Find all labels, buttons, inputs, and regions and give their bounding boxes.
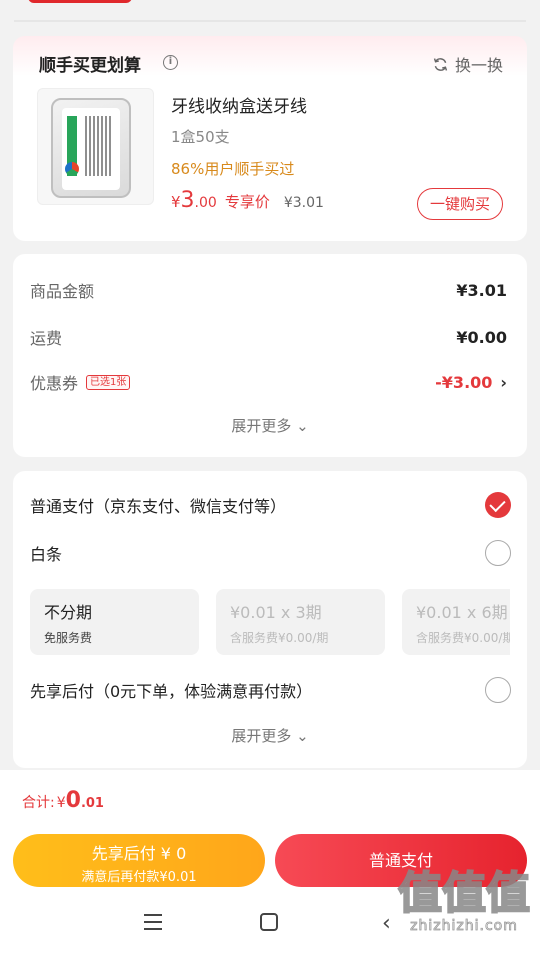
refresh-icon [433,57,448,71]
floss-box-illustration [51,98,131,198]
one-click-buy-button[interactable]: 一键购买 [417,188,503,220]
chevron-down-icon: ⌄ [296,417,309,435]
plan-title: ¥0.01 x 6期 [416,603,508,622]
upsell-card: 顺手买更划算 i 换一换 牙线收纳盒送牙线 1盒50支 86%用户顺手买过 ¥ … [13,36,527,241]
price-dec: .00 [194,195,217,211]
plan-no-installment[interactable]: 不分期 免服务费 [30,589,199,655]
total-amount: 合计: ¥ 0 .01 [22,788,104,813]
top-banner-fragment [28,0,132,3]
swap-button[interactable]: 换一换 [432,52,503,76]
plan-title: 不分期 [44,603,93,622]
summary-value: ¥3.01 [456,280,507,300]
plan-sub: 含服务费¥0.00/期 [230,631,329,645]
total-label: 合计: [22,795,55,811]
expand-more-button[interactable]: 展开更多 ⌄ [13,415,527,436]
radio-unchecked-icon[interactable] [485,677,511,703]
summary-label: 商品金额 [30,282,95,301]
top-edge [0,0,540,30]
plan-sub: 含服务费¥0.00/期 [416,631,510,645]
payment-option-label: 普通支付（京东支付、微信支付等） [30,497,287,516]
swap-label: 换一换 [454,56,503,75]
coupon-badge: 已选1张 [86,374,131,390]
radio-unchecked-icon[interactable] [485,540,511,566]
price-tag: 专享价 [224,193,270,211]
summary-row-shipping: 运费 ¥0.00 [30,325,507,349]
plan-title: ¥0.01 x 3期 [230,603,322,622]
order-summary-card: 商品金额 ¥3.01 运费 ¥0.00 优惠券 已选1张 -¥3.00 › 展开… [13,254,527,457]
plan-3-period[interactable]: ¥0.01 x 3期 含服务费¥0.00/期 [216,589,385,655]
summary-value: ¥0.00 [456,327,507,347]
payment-method-card: 普通支付（京东支付、微信支付等） 白条 不分期 免服务费 ¥0.01 x 3期 … [13,471,527,768]
product-price: ¥ 3 .00 专享价 ¥3.01 [171,188,324,213]
chevron-right-icon: › [500,372,507,392]
price-currency: ¥ [171,193,181,211]
payment-option-baitiao[interactable]: 白条 [30,538,511,568]
recent-apps-icon[interactable] [144,914,162,932]
info-icon[interactable]: i [163,55,178,70]
back-icon[interactable]: ‹ [382,911,391,936]
home-icon[interactable] [260,913,278,931]
payment-option-pay-later[interactable]: 先享后付（0元下单，体验满意再付款） [30,675,511,705]
total-int: 0 [65,788,81,813]
pay-later-line1: 先享后付 ¥ 0 [91,844,187,863]
product-spec: 1盒50支 [171,128,230,146]
product-bought-stat: 86%用户顺手买过 [171,160,295,178]
total-dec: .01 [80,796,104,811]
pay-later-line2: 满意后再付款¥0.01 [81,870,197,885]
chevron-down-icon: ⌄ [296,727,309,745]
expand-more-label: 展开更多 [231,417,292,435]
upsell-title: 顺手买更划算 [39,56,141,76]
original-price: ¥3.01 [283,195,324,211]
price-int: 3 [180,188,195,213]
product-name[interactable]: 牙线收纳盒送牙线 [171,92,307,117]
expand-more-button[interactable]: 展开更多 ⌄ [13,725,527,746]
installment-plans: 不分期 免服务费 ¥0.01 x 3期 含服务费¥0.00/期 ¥0.01 x … [30,589,510,655]
plan-sub: 免服务费 [44,631,93,645]
total-currency: ¥ [56,795,66,811]
radio-checked-icon[interactable] [485,492,511,518]
summary-label: 运费 [30,329,63,348]
plan-6-period[interactable]: ¥0.01 x 6期 含服务费¥0.00/期 [402,589,510,655]
summary-label: 优惠券 [30,374,79,393]
payment-option-label: 先享后付（0元下单，体验满意再付款） [30,682,313,701]
expand-more-label: 展开更多 [231,727,292,745]
divider [14,20,526,22]
payment-option-label: 白条 [30,545,63,564]
summary-row-goods: 商品金额 ¥3.01 [30,278,507,302]
product-image[interactable] [37,88,154,205]
watermark-logo: 值值值 zhizhizhi.com [397,868,531,935]
checkout-footer: 合计: ¥ 0 .01 先享后付 ¥ 0 满意后再付款¥0.01 普通支付 ‹ … [0,770,540,955]
payment-option-normal[interactable]: 普通支付（京东支付、微信支付等） [30,490,511,520]
pay-later-button[interactable]: 先享后付 ¥ 0 满意后再付款¥0.01 [13,834,265,887]
coupon-value: -¥3.00 [435,372,493,392]
summary-row-coupon[interactable]: 优惠券 已选1张 -¥3.00 › [30,370,507,394]
